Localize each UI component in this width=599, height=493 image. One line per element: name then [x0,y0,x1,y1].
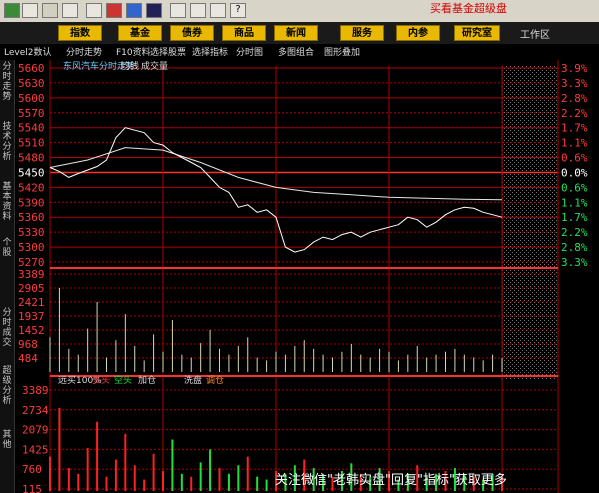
side-tab-stock[interactable]: 个股 [0,238,14,258]
side-tab-label: 技术分析 [2,122,12,162]
price-tick-label: 5600 [18,92,45,105]
side-tab-label: 个股 [2,238,12,258]
price-tick-label: 5330 [18,226,45,239]
top-ad-banner[interactable]: 买看基金超级盘 [430,0,599,14]
print-icon[interactable] [170,3,186,18]
percent-tick-label: 0.0% [561,166,588,179]
bookmark-icon[interactable] [42,3,58,18]
price-axis: 5660 5630 5600 5570 5540 5510 54805450 5420 5390… [18,62,45,269]
price-tick-label: 5540 [18,122,45,135]
tool-select-stock[interactable]: 选择股票 [150,45,186,58]
percent-tick-label: 3.9% [561,62,588,75]
indicator-tick-label: 2079 [22,424,49,437]
window-toolbar: ? 买看基金超级盘 [0,0,599,23]
chart-icon[interactable] [4,3,20,18]
indicator-tick-label: 2734 [22,404,49,417]
watermark-text: 关注微信"老韩实盘"回复"指标"获取更多 [275,473,507,488]
globe-icon[interactable] [126,3,142,18]
price-tick-label: 5630 [18,77,45,90]
indicator-tick-label: 760 [22,463,42,476]
volume-tick-label: 1452 [18,324,45,337]
percent-tick-label: 1.1% [561,137,588,150]
volume-tick-label: 1937 [18,310,45,323]
grid-icon[interactable] [22,3,38,18]
indicator-add: 加仓 [138,374,156,386]
window-icon[interactable] [86,3,102,18]
function-toolbar: Level2数认 分时走势 F10资料 选择股票 选择指标 分时图 多图组合 图… [0,44,599,61]
price-tick-label: 5660 [18,62,45,75]
volume-tick-label: 3389 [18,268,45,281]
side-tab-label: 基本资料 [2,182,12,222]
side-tab-basic[interactable]: 基本资料 [0,182,14,222]
percent-tick-label: 0.6% [561,181,588,194]
price-tick-label: 5390 [18,196,45,209]
side-tab-intraday[interactable]: 分时走势 [0,62,14,102]
side-tabs: 分时走势 技术分析 基本资料 个股 分时成交 超级分析 其他 [0,60,15,493]
intraday-chart[interactable]: 5660 5630 5600 5570 5540 5510 54805450 5420 5390… [0,60,599,493]
tools-icon[interactable] [190,3,206,18]
volume-tick-label: 2421 [18,296,45,309]
main-menu: 指数 基金 债券 商品 新闻 服务 内参 研究室 工作区 [0,22,599,44]
tool-overlay[interactable]: 图形叠加 [324,45,360,58]
side-tab-label: 其他 [2,430,12,450]
tool-f10[interactable]: F10资料 [116,45,151,58]
side-tab-trades[interactable]: 分时成交 [0,308,14,348]
indicator-adjust: 调仓 [206,374,224,386]
price-tick-label: 5570 [18,107,45,120]
side-tab-super[interactable]: 超级分析 [0,366,14,406]
percent-tick-label: 1.7% [561,122,588,135]
percent-tick-label: 3.3% [561,256,588,269]
side-tab-other[interactable]: 其他 [0,430,14,450]
menu-news[interactable]: 新闻 [274,25,318,41]
tool-intraday-chart[interactable]: 分时图 [236,45,263,58]
percent-tick-label: 2.8% [561,92,588,105]
tool-multi-chart[interactable]: 多图组合 [278,45,314,58]
side-tab-label: 超级分析 [2,366,12,406]
percent-tick-label: 1.7% [561,211,588,224]
help-icon[interactable]: ? [230,3,246,18]
price-tick-label: 5480 [18,152,45,165]
alert-icon[interactable] [106,3,122,18]
volume-tick-label: 484 [18,352,38,365]
menu-fund[interactable]: 基金 [118,25,162,41]
percent-tick-label: 0.6% [561,152,588,165]
percent-tick-label: 2.8% [561,241,588,254]
price-tick-label: 5510 [18,137,45,150]
indicator-long: 多头 [92,374,110,386]
menu-research[interactable]: 研究室 [454,25,500,41]
legend-volume: 成交量 [141,60,168,72]
price-tick-label: 5300 [18,241,45,254]
menu-commodity[interactable]: 商品 [222,25,266,41]
percent-axis: 3.9%3.3%2.8%2.2%1.7%1.1%0.6%0.0%0.6%1.1%… [561,62,588,269]
indicator-wash: 洗盘 [184,374,202,386]
settings-icon[interactable] [210,3,226,18]
price-tick-label: 5450 [18,166,45,179]
menu-bond[interactable]: 债券 [170,25,214,41]
side-tab-technical[interactable]: 技术分析 [0,122,14,162]
price-tick-label: 5360 [18,211,45,224]
layout-icon[interactable] [62,3,78,18]
indicator-short: 空头 [114,374,132,386]
side-tab-label: 分时走势 [2,62,12,102]
tool-intraday[interactable]: 分时走势 [66,45,102,58]
side-tab-label: 分时成交 [2,308,12,348]
legend-average: 均线 [121,60,139,72]
stock-icon[interactable] [146,3,162,18]
menu-service[interactable]: 服务 [340,25,384,41]
percent-tick-label: 2.2% [561,107,588,120]
menu-insider[interactable]: 内参 [396,25,440,41]
workspace-label[interactable]: 工作区 [520,26,550,41]
menu-index[interactable]: 指数 [58,25,102,41]
indicator-tick-label: 1425 [22,443,49,456]
volume-tick-label: 968 [18,338,38,351]
price-tick-label: 5420 [18,181,45,194]
percent-tick-label: 2.2% [561,226,588,239]
tool-level2[interactable]: Level2数认 [4,45,51,58]
volume-tick-label: 2905 [18,282,45,295]
percent-tick-label: 3.3% [561,77,588,90]
percent-tick-label: 1.1% [561,196,588,209]
indicator-tick-label: 3389 [22,384,49,397]
tool-select-indicator[interactable]: 选择指标 [192,45,228,58]
indicator-tick-label: 115 [22,483,42,493]
